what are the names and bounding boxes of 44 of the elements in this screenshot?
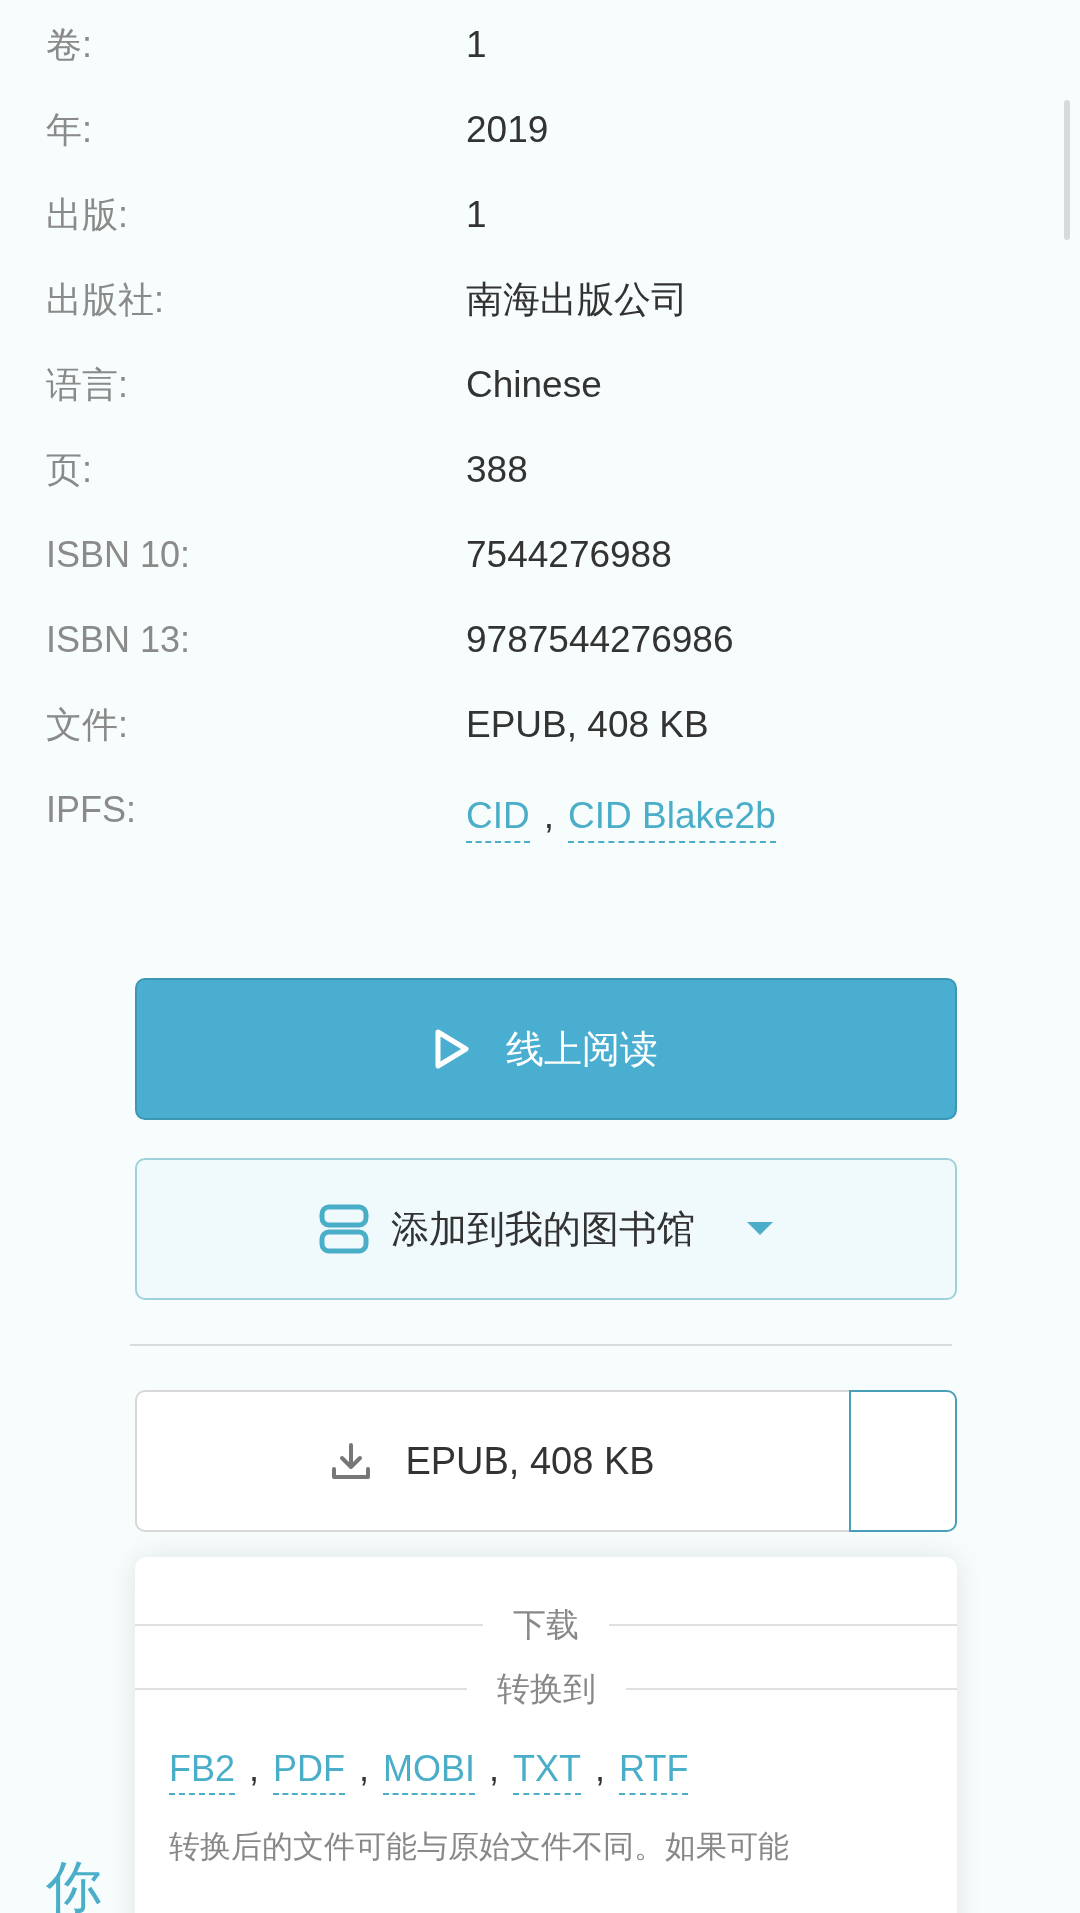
separator: , [543, 794, 554, 838]
detail-value: 388 [466, 448, 528, 492]
detail-label: 年: [46, 108, 93, 152]
download-icon [331, 1441, 372, 1481]
separator: , [595, 1747, 606, 1791]
caret-icon [747, 1222, 773, 1236]
format-link[interactable]: PDF [273, 1745, 346, 1795]
detail-label: IPFS: [46, 788, 138, 832]
detail-value: 9787544276986 [466, 618, 734, 662]
format-link[interactable]: FB2 [169, 1745, 236, 1795]
cid-link[interactable]: CID Blake2b [568, 791, 776, 843]
scrollbar[interactable] [1064, 100, 1070, 240]
format-link[interactable]: RTF [619, 1745, 689, 1795]
add-to-library-button[interactable]: 添加到我的图书馆 [135, 1158, 957, 1300]
format-link[interactable]: MOBI [383, 1745, 476, 1795]
detail-label: ISBN 10: [46, 533, 192, 577]
detail-value: 南海出版公司 [466, 278, 688, 322]
download-heading: 下载 [512, 1605, 580, 1646]
convert-heading: 转换到 [495, 1669, 597, 1710]
detail-label: 页: [46, 448, 93, 492]
section-heading: 你 [46, 1854, 102, 1913]
detail-value: 2019 [466, 108, 549, 152]
download-button[interactable]: EPUB, 408 KB [135, 1390, 849, 1532]
format-link[interactable]: TXT [513, 1745, 582, 1795]
cid-link[interactable]: CID [466, 791, 530, 843]
detail-label: 出版: [46, 193, 129, 237]
separator: , [489, 1747, 500, 1791]
detail-value: 7544276988 [466, 533, 672, 577]
separator: , [359, 1747, 370, 1791]
detail-value: Chinese [466, 363, 602, 407]
detail-label: 语言: [46, 363, 129, 407]
detail-label: ISBN 13: [46, 618, 192, 662]
detail-label: 出版社: [46, 278, 165, 322]
detail-value: EPUB, 408 KB [466, 703, 709, 747]
books-icon [319, 1204, 369, 1254]
detail-label: 文件: [46, 703, 129, 747]
read-online-button[interactable]: 线上阅读 [135, 978, 957, 1120]
play-icon [434, 1028, 470, 1070]
separator: , [249, 1747, 260, 1791]
detail-value: 1 [466, 23, 487, 67]
detail-label: 卷: [46, 23, 93, 67]
conversion-note: 转换后的文件可能与原始文件不同。如果可能 [168, 1828, 790, 1866]
download-options-button[interactable] [849, 1390, 957, 1532]
detail-value: 1 [466, 193, 487, 237]
